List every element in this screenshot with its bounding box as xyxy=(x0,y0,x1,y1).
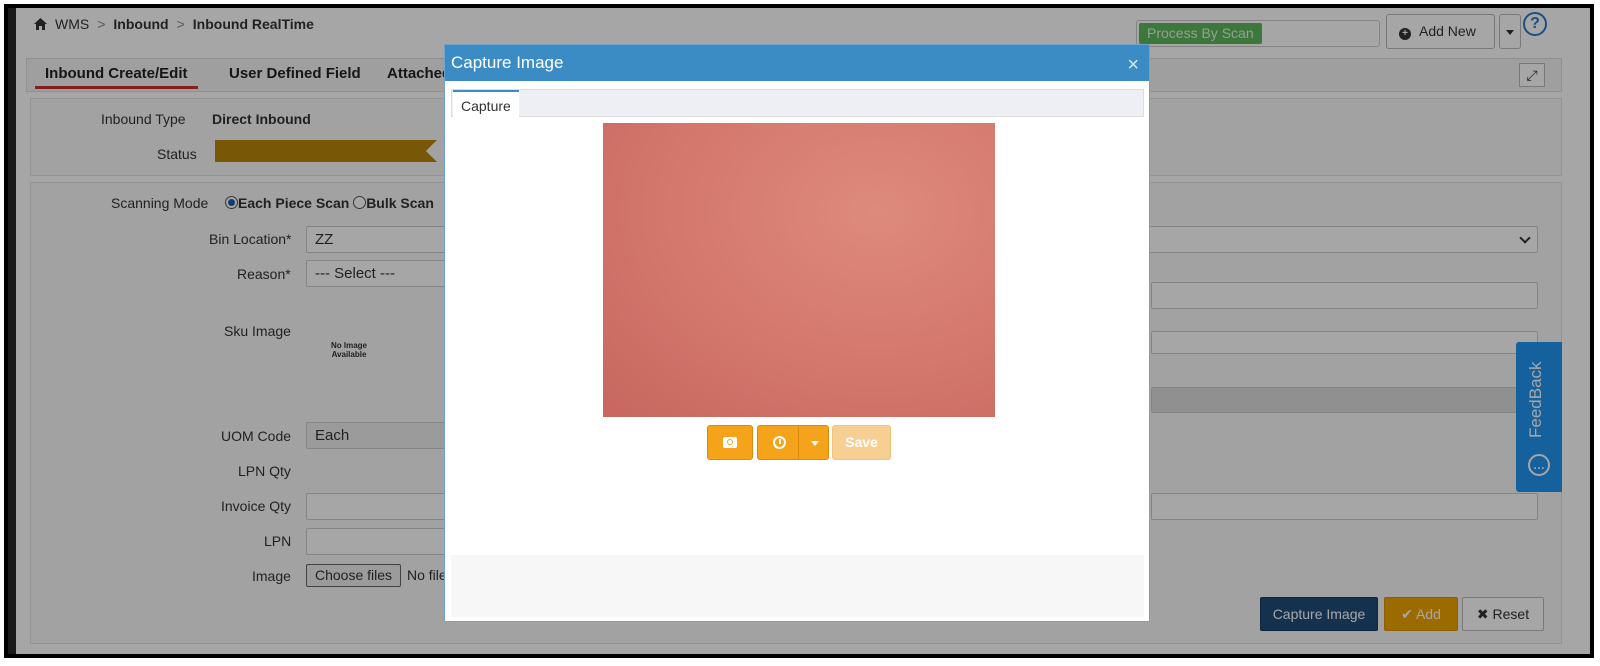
caret-down-icon[interactable] xyxy=(811,441,819,446)
left-edge xyxy=(8,8,16,654)
clock-icon xyxy=(773,436,786,449)
camera-icon xyxy=(723,437,737,448)
dialog-tab-bar: Capture xyxy=(451,89,1144,118)
close-icon[interactable]: × xyxy=(1127,45,1139,85)
camera-preview xyxy=(603,123,995,417)
save-button[interactable]: Save xyxy=(832,425,891,460)
screenshot-frame: WMS > Inbound > Inbound RealTime Process… xyxy=(4,4,1594,658)
dialog-title: Capture Image xyxy=(451,53,564,72)
tab-capture[interactable]: Capture xyxy=(453,90,519,118)
dialog-footer xyxy=(451,555,1144,617)
timer-button[interactable] xyxy=(757,425,829,460)
split-divider xyxy=(798,426,799,459)
take-snapshot-button[interactable] xyxy=(707,425,753,460)
capture-image-dialog: Capture Image × Capture Save xyxy=(444,44,1150,622)
dialog-header: Capture Image × xyxy=(445,45,1149,81)
